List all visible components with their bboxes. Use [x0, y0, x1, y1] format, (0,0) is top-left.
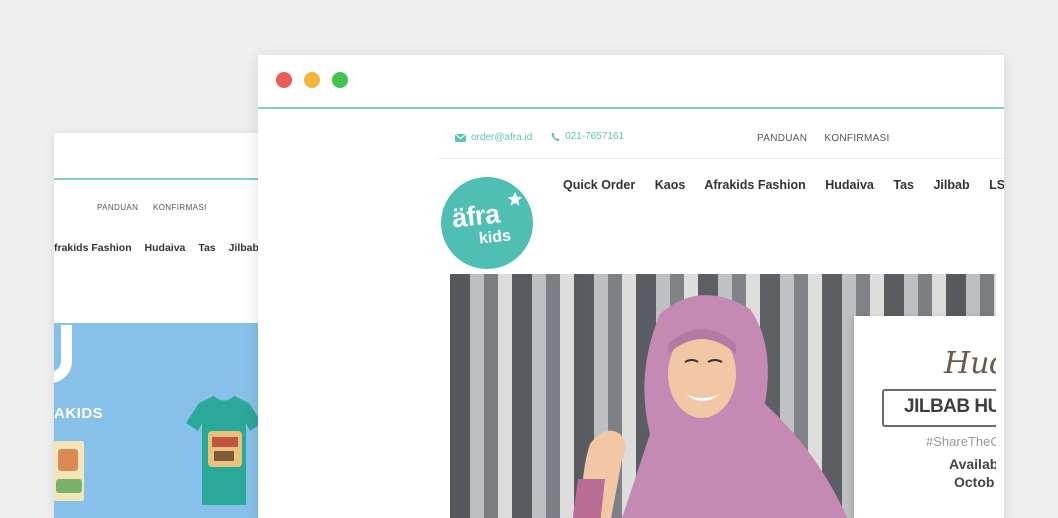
product-box-art-2: [56, 479, 82, 493]
menu-afrakids-fashion[interactable]: Afrakids Fashion: [704, 178, 805, 192]
top-nav: PANDUAN KONFIRMASI: [757, 133, 904, 144]
promo-script-title: Huda: [944, 346, 996, 381]
email-text: order@afra.id: [471, 132, 533, 143]
minimize-window-dot[interactable]: [304, 72, 320, 88]
header-divider: [438, 158, 1004, 159]
menu-jilbab[interactable]: Jilbab: [933, 178, 969, 192]
hero-banner[interactable]: Huda JILBAB HU #ShareTheC Availab Octob: [450, 274, 996, 518]
menu-quick-order[interactable]: Quick Order: [563, 178, 635, 192]
phone-icon: [551, 132, 560, 141]
product-box-art: [58, 449, 78, 471]
contact-bar: order@afra.id 021-7657161: [455, 131, 640, 145]
front-browser-window: order@afra.id 021-7657161 PANDUAN KONFIR…: [258, 55, 1004, 518]
back-window-chrome: [54, 133, 258, 180]
close-window-dot[interactable]: [276, 72, 292, 88]
front-window-chrome: [258, 55, 1004, 109]
promo-card[interactable]: Huda JILBAB HU #ShareTheC Availab Octob: [854, 316, 996, 518]
nav-konfirmasi[interactable]: KONFIRMASI: [824, 133, 889, 144]
menu-kaos[interactable]: Kaos: [655, 178, 686, 192]
back-main-menu: frakids Fashion Hudaiva Tas Jilbab: [54, 242, 258, 254]
model-image: [572, 295, 848, 518]
menu-tas[interactable]: Tas: [893, 178, 914, 192]
afrakids-logo[interactable]: äfra kids: [441, 177, 533, 269]
star-icon: [507, 191, 523, 206]
promo-hashtag: #ShareTheC: [926, 434, 996, 449]
logo-text-kids: kids: [478, 227, 512, 248]
mail-icon: [455, 133, 466, 142]
phone-contact[interactable]: 021-7657161: [551, 131, 624, 142]
tshirt-image: [186, 396, 258, 505]
maximize-window-dot[interactable]: [332, 72, 348, 88]
promo-availability: Availab: [949, 456, 996, 472]
back-nav-panduan[interactable]: PANDUAN: [97, 203, 138, 212]
menu-ls[interactable]: LS: [989, 178, 1004, 192]
promo-month: Octob: [954, 474, 995, 490]
back-menu-afrakids-fashion[interactable]: frakids Fashion: [54, 242, 132, 254]
back-browser-window: PANDUAN KONFIRMASI frakids Fashion Hudai…: [54, 133, 258, 518]
nav-panduan[interactable]: PANDUAN: [757, 133, 807, 144]
back-menu-tas[interactable]: Tas: [198, 242, 215, 254]
promo-product: JILBAB HU: [904, 396, 996, 417]
back-menu-hudaiva[interactable]: Hudaiva: [145, 242, 186, 254]
menu-hudaiva[interactable]: Hudaiva: [825, 178, 874, 192]
back-nav-konfirmasi[interactable]: KONFIRMASI: [153, 203, 207, 212]
back-hero-letter-shape: [54, 325, 72, 383]
email-contact[interactable]: order@afra.id: [455, 132, 532, 143]
back-top-nav: PANDUAN KONFIRMASI: [97, 203, 219, 212]
back-hero-banner[interactable]: AKIDS: [54, 323, 258, 518]
main-menu: Quick Order Kaos Afrakids Fashion Hudaiv…: [563, 178, 1004, 192]
back-hero-title: AKIDS: [54, 405, 104, 422]
phone-text: 021-7657161: [565, 131, 625, 142]
back-menu-jilbab[interactable]: Jilbab: [229, 242, 258, 254]
